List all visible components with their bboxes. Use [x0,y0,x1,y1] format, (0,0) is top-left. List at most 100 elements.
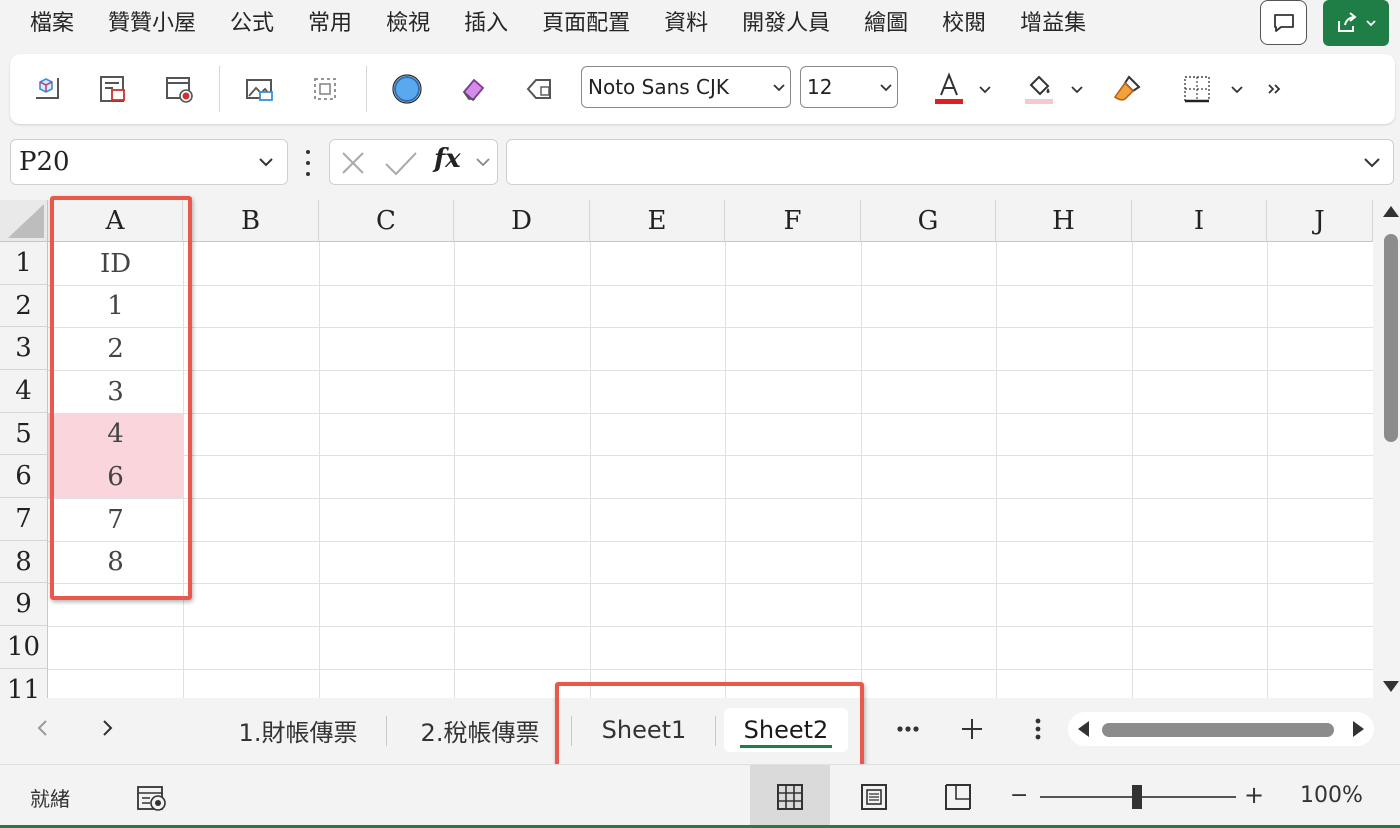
zoom-level[interactable]: 100% [1300,783,1363,808]
column-header-c[interactable]: C [319,200,454,242]
column-header-f[interactable]: F [725,200,861,242]
menu-home[interactable]: 常用 [291,0,369,48]
menu-developer[interactable]: 開發人員 [725,0,847,48]
share-button[interactable] [1323,0,1389,46]
sheet-tab-finance[interactable]: 1.財帳傳票 [220,708,376,752]
zoom-slider-thumb[interactable] [1132,785,1142,809]
column-header-i[interactable]: I [1132,200,1267,242]
chevron-down-icon[interactable] [1361,151,1383,173]
more-commands-button[interactable] [1262,68,1286,110]
row-header-3[interactable]: 3 [0,327,48,370]
grid-view-icon [777,784,803,810]
comments-button[interactable] [1260,0,1307,45]
vertical-scrollbar[interactable] [1373,200,1400,698]
previous-sheet-button[interactable] [28,708,58,748]
fill-color-button[interactable] [1018,68,1060,110]
column-header-b[interactable]: B [183,200,319,242]
formula-buttons: fx [329,139,498,185]
zoom-in-button[interactable]: + [1244,781,1264,809]
picture-button[interactable] [238,68,280,110]
select-object-button[interactable] [304,68,346,110]
row-header-7[interactable]: 7 [0,498,48,541]
horizontal-scroll-thumb[interactable] [1102,723,1334,737]
normal-view-button[interactable] [750,765,830,828]
font-color-button[interactable] [928,68,970,110]
formula-input[interactable] [506,139,1394,185]
menu-view[interactable]: 檢視 [369,0,447,48]
scroll-left-icon[interactable] [1078,721,1089,737]
record-macro-button[interactable] [158,68,200,110]
name-box[interactable]: P20 [10,139,288,185]
scroll-up-icon[interactable] [1383,206,1399,217]
3d-model-button[interactable] [26,68,68,110]
more-sheets-button[interactable] [890,710,926,748]
double-chevron-right-icon [1268,84,1281,94]
horizontal-scrollbar[interactable] [1068,712,1374,746]
cube-export-icon [36,78,59,99]
column-header-h[interactable]: H [996,200,1132,242]
row-header-9[interactable]: 9 [0,583,48,626]
picture-icon [246,79,273,101]
menu-formulas[interactable]: 公式 [213,0,291,48]
chevron-down-icon [1071,86,1083,94]
accessibility-icon[interactable] [136,783,168,817]
column-header-g[interactable]: G [861,200,996,242]
row-header-8[interactable]: 8 [0,541,48,583]
menu-zanzan[interactable]: 贊贊小屋 [91,0,213,48]
row-header-6[interactable]: 6 [0,455,48,498]
menu-review[interactable]: 校閱 [925,0,1003,48]
chevron-down-icon [1231,86,1243,94]
worksheet-grid[interactable]: A B C D E F G H I J 1 2 3 4 5 6 7 8 9 10… [0,200,1373,698]
row-header-11[interactable]: 11 [0,669,48,698]
menu-draw[interactable]: 繪圖 [847,0,925,48]
sheet-options-button[interactable] [1020,710,1056,748]
menu-insert[interactable]: 插入 [447,0,525,48]
fill-color-dropdown[interactable] [1066,68,1088,110]
menu-addins[interactable]: 增益集 [1003,0,1103,48]
menu-data[interactable]: 資料 [647,0,725,48]
chevron-left-icon [37,720,47,736]
vertical-scroll-thumb[interactable] [1384,234,1398,442]
selection-icon [314,78,336,100]
page-layout-view-button[interactable] [834,765,914,828]
eraser-button[interactable] [452,68,494,110]
page-break-view-button[interactable] [918,765,998,828]
paint-bucket-icon [1025,75,1053,104]
chevron-right-icon [103,720,113,736]
tag-button[interactable] [518,68,560,110]
font-color-dropdown[interactable] [974,68,996,110]
select-all-button[interactable] [0,200,48,242]
row-header-4[interactable]: 4 [0,370,48,413]
insert-function-button[interactable]: fx [434,144,461,174]
menu-page-layout[interactable]: 頁面配置 [525,0,647,48]
font-family-select[interactable]: Noto Sans CJK [581,66,791,108]
row-header-1[interactable]: 1 [0,242,48,285]
column-header-j[interactable]: J [1267,200,1373,242]
row-header-2[interactable]: 2 [0,285,48,327]
format-painter-button[interactable] [1106,68,1148,110]
row-header-10[interactable]: 10 [0,626,48,669]
zoom-out-button[interactable]: − [1010,783,1028,808]
column-header-e[interactable]: E [590,200,725,242]
borders-button[interactable] [1176,68,1218,110]
next-sheet-button[interactable] [92,708,122,748]
form-button[interactable] [92,68,134,110]
share-icon [1338,12,1357,32]
column-header-d[interactable]: D [454,200,590,242]
row-header-5[interactable]: 5 [0,413,48,455]
more-options-icon[interactable] [300,150,316,176]
sheet-tab-label: 2.稅帳傳票 [420,718,540,747]
cancel-icon[interactable] [340,150,366,180]
chevron-down-icon[interactable] [474,153,492,175]
font-size-select[interactable]: 12 [800,66,898,108]
add-sheet-button[interactable] [954,710,990,748]
tag-icon [526,79,551,99]
scroll-right-icon[interactable] [1353,721,1364,737]
confirm-check-icon[interactable] [384,150,418,180]
borders-dropdown[interactable] [1226,68,1248,110]
scroll-down-icon[interactable] [1383,681,1399,692]
shape-button[interactable] [386,68,428,110]
menu-file[interactable]: 檔案 [14,0,91,48]
status-ready: 就緒 [30,787,70,811]
sheet-tab-tax[interactable]: 2.稅帳傳票 [398,708,562,752]
